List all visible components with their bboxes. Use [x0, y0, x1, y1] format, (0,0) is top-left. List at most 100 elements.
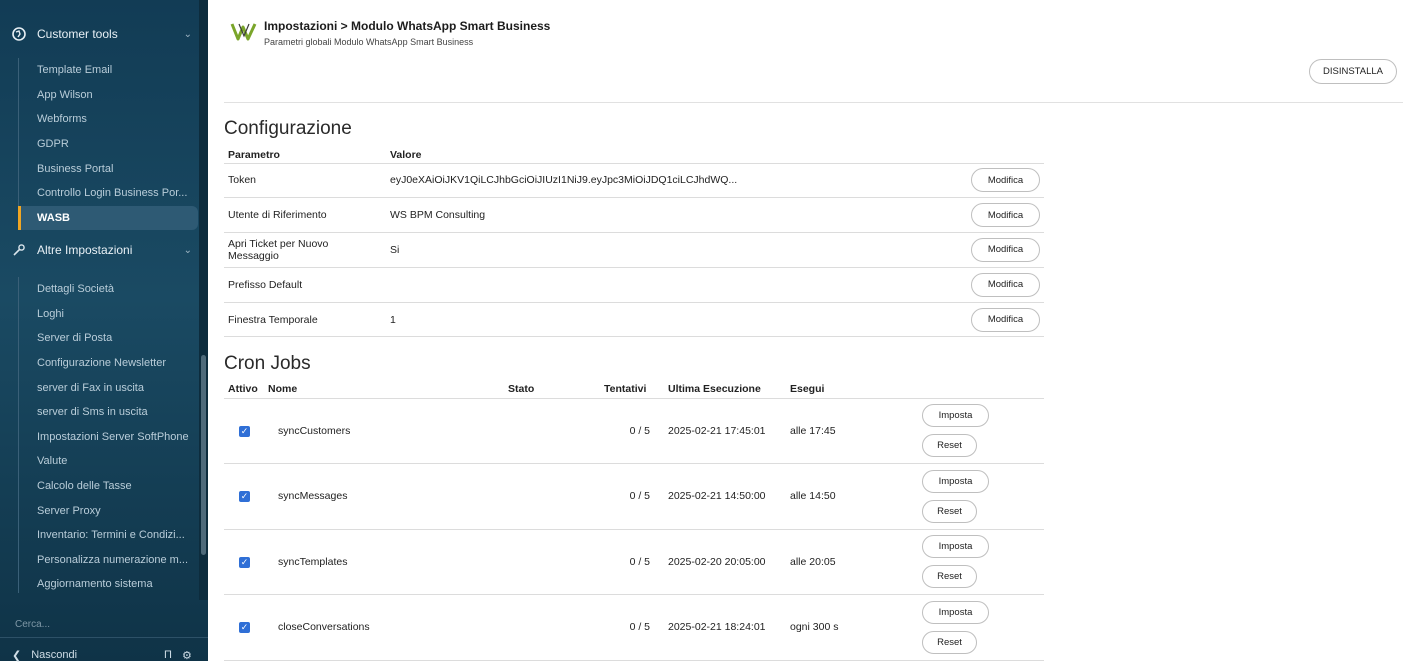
- cron-table: Attivo Nome Stato Tentativi Ultima Esecu…: [224, 380, 1044, 661]
- table-row: Apri Ticket per Nuovo Messaggio Si Modific…: [224, 232, 1044, 268]
- config-section-title: Configurazione: [224, 118, 352, 139]
- page-subtitle: Parametri globali Modulo WhatsApp Smart …: [264, 37, 474, 47]
- sidebar-item[interactable]: server di Fax in uscita: [18, 375, 198, 400]
- sidebar-item[interactable]: Configurazione Newsletter: [18, 351, 198, 376]
- sidebar-item[interactable]: GDPR: [18, 132, 198, 157]
- sidebar-search-input[interactable]: Cerca...: [0, 612, 208, 638]
- job-status: [504, 463, 600, 530]
- sidebar-footer: ❮ Nascondi Π ⚙: [0, 648, 208, 662]
- job-last-run: 2025-02-20 20:05:00: [664, 529, 786, 595]
- column-header-param: Parametro: [224, 147, 386, 164]
- set-button[interactable]: Imposta: [922, 535, 989, 559]
- table-row: Finestra Temporale 1 Modifica: [224, 302, 1044, 338]
- job-name: syncMessages: [264, 463, 504, 530]
- job-actions: Imposta Reset: [922, 469, 1040, 523]
- sidebar-list-customer-tools: Template Email App Wilson Webforms GDPR Busi…: [18, 58, 198, 231]
- wrench-icon: [12, 243, 26, 257]
- column-header-attempts: Tentativi: [600, 380, 664, 399]
- cron-section-title: Cron Jobs: [224, 353, 311, 374]
- job-last-run: 2025-02-21 18:24:01: [664, 594, 786, 661]
- table-row: ✓ closeConversations 0 / 5 2025-02-21 18:24…: [224, 594, 1044, 661]
- job-schedule: alle 14:50: [786, 463, 918, 530]
- module-logo: [230, 23, 257, 41]
- section-title: Altre Impostazioni: [37, 243, 133, 257]
- sidebar-item[interactable]: Server Proxy: [18, 498, 198, 523]
- sidebar-item[interactable]: Valute: [18, 449, 198, 474]
- column-header-run: Esegui: [786, 380, 918, 399]
- active-checkbox[interactable]: ✓: [239, 425, 250, 437]
- set-button[interactable]: Imposta: [922, 469, 989, 493]
- sidebar-item[interactable]: Webforms: [18, 107, 198, 132]
- header-divider: [224, 102, 1403, 103]
- job-last-run: 2025-02-21 17:45:01: [664, 398, 786, 464]
- job-name: syncCustomers: [264, 398, 504, 464]
- edit-button[interactable]: Modifica: [971, 203, 1040, 228]
- param-value: eyJ0eXAiOiJKV1QiLCJhbGciOiJIUzI1NiJ9.eyJ…: [386, 163, 964, 199]
- sidebar-item[interactable]: Business Portal: [18, 156, 198, 181]
- pin-icon[interactable]: Π: [164, 649, 172, 661]
- param-name: Prefisso Default: [224, 267, 386, 303]
- sidebar-item[interactable]: App Wilson: [18, 83, 198, 108]
- chevron-down-icon: ⌄: [183, 28, 192, 40]
- column-header-status: Stato: [504, 380, 600, 399]
- set-button[interactable]: Imposta: [922, 600, 989, 624]
- job-actions: Imposta Reset: [922, 535, 1040, 589]
- edit-button[interactable]: Modifica: [971, 168, 1040, 193]
- param-value: Si: [386, 232, 964, 268]
- param-name: Token: [224, 163, 386, 199]
- column-header-value: Valore: [386, 147, 964, 164]
- param-name: Finestra Temporale: [224, 302, 386, 338]
- hide-sidebar-label[interactable]: Nascondi: [31, 649, 77, 661]
- edit-button[interactable]: Modifica: [971, 272, 1040, 297]
- main-content: Impostazioni > Modulo WhatsApp Smart Bus…: [224, 0, 1403, 661]
- reset-button[interactable]: Reset: [922, 499, 977, 523]
- collapse-icon[interactable]: ❮: [12, 649, 21, 662]
- sidebar-item[interactable]: Aggiornamento sistema: [18, 572, 198, 597]
- sidebar-item[interactable]: Loghi: [18, 302, 198, 327]
- column-header-name: Nome: [264, 380, 504, 399]
- param-name: Apri Ticket per Nuovo Messaggio: [224, 232, 386, 268]
- sidebar-item[interactable]: Calcolo delle Tasse: [18, 474, 198, 499]
- job-attempts: 0 / 5: [600, 594, 664, 661]
- config-table: Parametro Valore Token eyJ0eXAiOiJKV1QiLC…: [224, 147, 1044, 338]
- page-title: Impostazioni > Modulo WhatsApp Smart Bus…: [264, 19, 551, 33]
- job-actions: Imposta Reset: [922, 600, 1040, 654]
- sidebar-section-customer-tools[interactable]: Customer tools ⌄: [0, 16, 200, 52]
- sidebar-item[interactable]: Personalizza numerazione m...: [18, 548, 198, 573]
- job-status: [504, 398, 600, 464]
- table-row: ✓ syncCustomers 0 / 5 2025-02-21 17:45:01 al…: [224, 398, 1044, 464]
- sidebar-item[interactable]: Inventario: Termini e Condizi...: [18, 523, 198, 548]
- uninstall-button[interactable]: DISINSTALLA: [1309, 59, 1397, 84]
- edit-button[interactable]: Modifica: [971, 307, 1040, 332]
- sidebar-item[interactable]: Dettagli Società: [18, 277, 198, 302]
- reset-button[interactable]: Reset: [922, 630, 977, 654]
- set-button[interactable]: Imposta: [922, 404, 989, 428]
- chevron-down-icon: ⌄: [183, 244, 192, 256]
- sidebar: Customer tools ⌄ Template Email App Wilso…: [0, 0, 208, 662]
- edit-button[interactable]: Modifica: [971, 237, 1040, 262]
- active-checkbox[interactable]: ✓: [239, 491, 250, 503]
- param-value: [386, 267, 964, 303]
- sidebar-item[interactable]: Controllo Login Business Por...: [18, 181, 198, 206]
- job-last-run: 2025-02-21 14:50:00: [664, 463, 786, 530]
- gear-icon[interactable]: ⚙: [182, 649, 192, 662]
- job-schedule: ogni 300 s: [786, 594, 918, 661]
- job-attempts: 0 / 5: [600, 398, 664, 464]
- column-header-active: Attivo: [224, 380, 264, 399]
- sidebar-scrollbar[interactable]: [201, 355, 206, 555]
- sidebar-item[interactable]: Template Email: [18, 58, 198, 83]
- job-status: [504, 529, 600, 595]
- job-status: [504, 594, 600, 661]
- job-schedule: alle 20:05: [786, 529, 918, 595]
- active-checkbox[interactable]: ✓: [239, 556, 250, 568]
- table-row: Token eyJ0eXAiOiJKV1QiLCJhbGciOiJIUzI1NiJ…: [224, 163, 1044, 199]
- reset-button[interactable]: Reset: [922, 434, 977, 458]
- job-attempts: 0 / 5: [600, 463, 664, 530]
- sidebar-item[interactable]: Server di Posta: [18, 326, 198, 351]
- active-checkbox[interactable]: ✓: [239, 622, 250, 634]
- sidebar-section-altre-impostazioni[interactable]: Altre Impostazioni ⌄: [0, 232, 200, 268]
- reset-button[interactable]: Reset: [922, 565, 977, 589]
- sidebar-item[interactable]: Impostazioni Server SoftPhone: [18, 425, 198, 450]
- sidebar-item[interactable]: WASB: [18, 205, 198, 231]
- sidebar-item[interactable]: server di Sms in uscita: [18, 400, 198, 425]
